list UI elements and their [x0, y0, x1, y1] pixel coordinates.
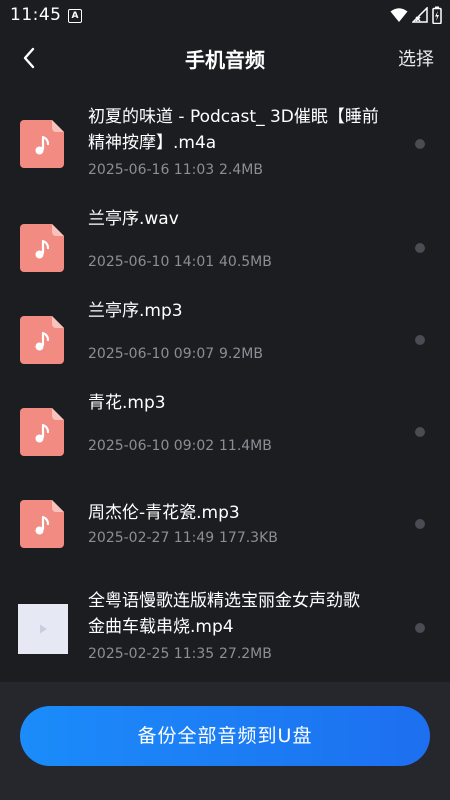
select-dot[interactable]: [415, 623, 425, 633]
file-name-line: 精神按摩】.m4a: [88, 133, 217, 153]
wifi-icon: [390, 8, 408, 22]
file-name: 兰亭序.mp3: [88, 301, 183, 321]
select-dot[interactable]: [415, 243, 425, 253]
list-item[interactable]: 兰亭序.mp3 2025-06-10 09:07 9.2MB: [0, 294, 450, 386]
file-size: 40.5MB: [219, 254, 272, 270]
file-date: 2025-02-27 11:49: [88, 530, 215, 546]
backup-all-button[interactable]: 备份全部音频到U盘: [20, 706, 430, 766]
music-file-icon: [20, 408, 64, 456]
file-name-line: 初夏的味道 - Podcast_ 3D催眠【睡前: [88, 107, 379, 127]
file-name-line: 全粤语慢歌连版精选宝丽金女声劲歌: [88, 591, 360, 611]
file-name: 初夏的味道 - Podcast_ 3D催眠【睡前 精神按摩】.m4a: [88, 104, 393, 156]
music-file-icon: [20, 120, 64, 168]
file-size: 11.4MB: [219, 438, 272, 454]
file-date: 2025-06-10 09:02: [88, 438, 215, 454]
music-file-icon: [20, 500, 64, 548]
notification-icon: A: [68, 9, 82, 23]
file-name: 周杰伦-青花瓷.mp3: [88, 503, 240, 523]
page-title: 手机音频: [185, 48, 265, 72]
list-item[interactable]: 周杰伦-青花瓷.mp3 2025-02-27 11:49 177.3KB: [0, 478, 450, 570]
file-date: 2025-06-10 09:07: [88, 346, 215, 362]
status-icons: [390, 6, 442, 24]
file-name: 青花.mp3: [88, 393, 166, 413]
bottom-panel: 备份全部音频到U盘: [0, 682, 450, 800]
video-thumbnail-icon: [18, 604, 68, 654]
file-size: 177.3KB: [219, 530, 278, 546]
list-item[interactable]: 全粤语慢歌连版精选宝丽金女声劲歌 金曲车载串烧.mp4 2025-02-25 1…: [0, 570, 450, 678]
select-dot[interactable]: [415, 139, 425, 149]
select-dot[interactable]: [415, 519, 425, 529]
nav-bar: 手机音频 选择: [0, 32, 450, 84]
file-size: 9.2MB: [219, 346, 263, 362]
file-date: 2025-06-10 14:01: [88, 254, 215, 270]
list-item[interactable]: 青花.mp3 2025-06-10 09:02 11.4MB: [0, 386, 450, 478]
file-name-line: 金曲车载串烧.mp4: [88, 617, 234, 637]
list-item[interactable]: 初夏的味道 - Podcast_ 3D催眠【睡前 精神按摩】.m4a 2025-…: [0, 84, 450, 188]
file-date: 2025-02-25 11:35: [88, 646, 215, 662]
select-dot[interactable]: [415, 427, 425, 437]
status-time: 11:45: [10, 5, 62, 25]
file-date: 2025-06-16 11:03: [88, 162, 215, 178]
file-name: 全粤语慢歌连版精选宝丽金女声劲歌 金曲车载串烧.mp4: [88, 588, 393, 640]
status-bar: 11:45 A: [0, 0, 450, 32]
music-file-icon: [20, 224, 64, 272]
file-size: 27.2MB: [219, 646, 272, 662]
battery-icon: [432, 6, 442, 24]
select-button[interactable]: 选择: [398, 45, 434, 71]
music-file-icon: [20, 316, 64, 364]
list-item[interactable]: 兰亭序.wav 2025-06-10 14:01 40.5MB: [0, 202, 450, 294]
play-icon: [40, 624, 47, 634]
signal-icon: [412, 7, 428, 23]
select-dot[interactable]: [415, 335, 425, 345]
file-size: 2.4MB: [219, 162, 263, 178]
file-name: 兰亭序.wav: [88, 209, 179, 229]
